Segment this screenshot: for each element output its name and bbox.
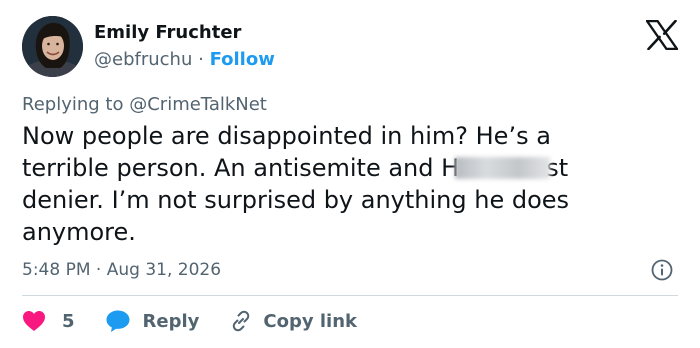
avatar[interactable]: [22, 16, 83, 77]
author-name[interactable]: Emily Fruchter: [94, 22, 241, 44]
reply-context-prefix: Replying to: [22, 94, 124, 115]
redacted-word: [455, 157, 551, 179]
copy-link-label: Copy link: [263, 310, 357, 332]
reply-label: Reply: [142, 310, 200, 332]
separator-dot: ·: [198, 49, 204, 70]
chat-bubble-icon: [106, 310, 130, 332]
reply-button[interactable]: Reply: [105, 309, 230, 333]
tweet-timestamp[interactable]: 5:48 PM · Aug 31, 2026: [22, 259, 221, 281]
copy-link-button[interactable]: Copy link: [229, 309, 357, 333]
heart-icon: [23, 311, 45, 331]
tweet-date: Aug 31, 2026: [106, 260, 222, 280]
reply-context: Replying to @CrimeTalkNet: [22, 94, 267, 116]
info-icon[interactable]: [650, 258, 674, 282]
divider: [22, 295, 678, 296]
follow-button[interactable]: Follow: [210, 49, 275, 70]
like-button[interactable]: 5: [22, 310, 105, 332]
reply-mention-link[interactable]: @CrimeTalkNet: [129, 94, 267, 115]
x-logo-icon[interactable]: [645, 19, 679, 51]
tweet-time: 5:48 PM: [22, 260, 91, 280]
author-handle-row: @ebfruchu · Follow: [94, 49, 275, 71]
author-handle[interactable]: @ebfruchu: [94, 49, 192, 70]
like-count: 5: [62, 310, 75, 332]
timestamp-separator: ·: [95, 260, 102, 280]
action-bar: 5 Reply Copy link: [22, 308, 357, 334]
tweet-text: Now people are disappointed in him? He’s…: [22, 120, 642, 248]
link-icon: [233, 310, 250, 332]
